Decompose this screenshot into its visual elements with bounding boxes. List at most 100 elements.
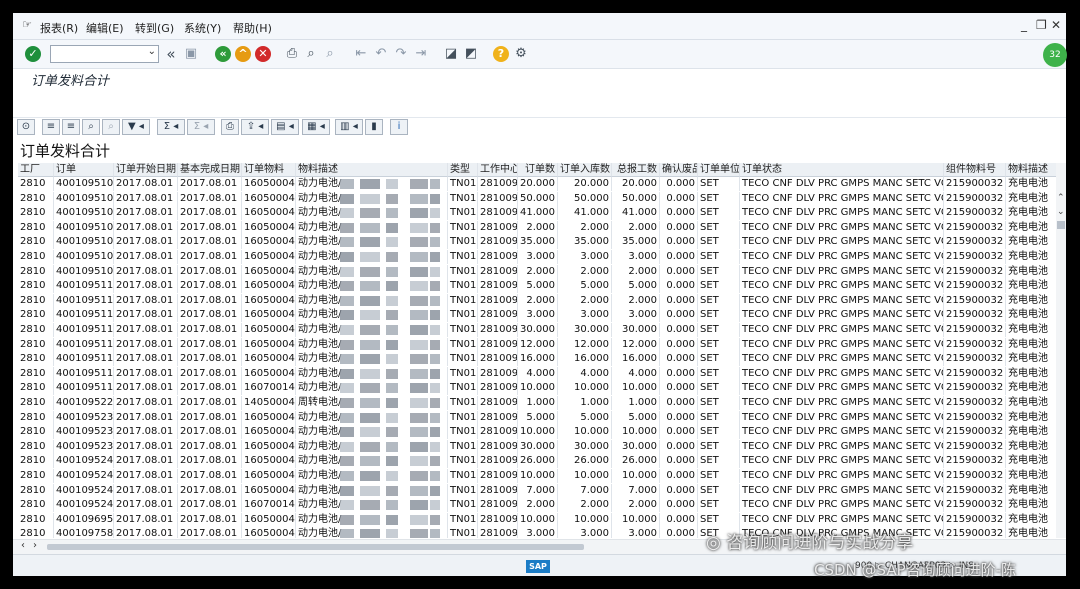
cell-status[interactable]: TECO CNF DLV PRC GMPS MANC SETC VCAL — [740, 483, 944, 498]
cell-component[interactable]: 215900032 — [944, 381, 1006, 396]
cell-order[interactable]: 4001095107 — [54, 235, 114, 250]
cell-order-qty[interactable]: 10.000 — [518, 381, 558, 396]
cell-type[interactable]: TN01 — [448, 235, 478, 250]
cell-start-date[interactable]: 2017.08.01 — [114, 177, 178, 191]
cell-work-center[interactable]: 281009 — [478, 308, 518, 323]
cell-type[interactable]: TN01 — [448, 293, 478, 308]
cell-confirmed-qty[interactable]: 20.000 — [612, 177, 660, 191]
cell-order[interactable]: 4001095113 — [54, 323, 114, 337]
cell-order-qty[interactable]: 3.000 — [518, 308, 558, 323]
scroll-thumb[interactable] — [1057, 221, 1065, 229]
cell-goods-receipt-qty[interactable]: 5.000 — [558, 279, 612, 294]
cell-status[interactable]: TECO CNF DLV PRC GMPS MANC SETC VCAL — [740, 264, 944, 279]
cell-scrap-qty[interactable]: 0.000 — [660, 483, 698, 498]
cell-type[interactable]: TN01 — [448, 469, 478, 483]
cell-status[interactable]: TECO CNF DLV PRC GMPS MANC SETC VCAL — [740, 308, 944, 323]
cell-unit[interactable]: SET — [698, 454, 740, 469]
cancel-icon[interactable]: ✕ — [255, 46, 271, 62]
cell-work-center[interactable]: 281009 — [478, 527, 518, 538]
cell-order-qty[interactable]: 10.000 — [518, 469, 558, 483]
cell-finish-date[interactable]: 2017.08.01 — [178, 206, 242, 221]
cell-confirmed-qty[interactable]: 41.000 — [612, 206, 660, 221]
cell-goods-receipt-qty[interactable]: 2.000 — [558, 264, 612, 279]
table-row[interactable]: 2810 4001095104 2017.08.01 2017.08.01 160500… — [18, 191, 1056, 206]
cell-component[interactable]: 215900032 — [944, 425, 1006, 440]
cell-component-desc[interactable]: 充电电池 — [1006, 381, 1056, 395]
cell-unit[interactable]: SET — [698, 352, 740, 367]
cell-component[interactable]: 215900032 — [944, 527, 1006, 538]
col-header[interactable]: 确认废品 — [660, 163, 698, 177]
cell-goods-receipt-qty[interactable]: 10.000 — [558, 381, 612, 396]
cell-material[interactable]: 160500045 — [242, 352, 296, 367]
cell-component[interactable]: 215900032 — [944, 337, 1006, 352]
col-header[interactable]: 订单状态 — [740, 163, 944, 177]
sort-desc-icon[interactable]: ≡ — [62, 119, 80, 135]
cell-start-date[interactable]: 2017.08.01 — [114, 498, 178, 513]
cell-work-center[interactable]: 281009 — [478, 220, 518, 235]
cell-finish-date[interactable]: 2017.08.01 — [178, 396, 242, 410]
cell-component-desc[interactable]: 充电电池 — [1006, 235, 1056, 249]
export-icon[interactable]: ⇪ ◂ — [241, 119, 269, 135]
cell-scrap-qty[interactable]: 0.000 — [660, 323, 698, 337]
cell-component[interactable]: 215900032 — [944, 293, 1006, 308]
cell-scrap-qty[interactable]: 0.000 — [660, 191, 698, 206]
cell-order[interactable]: 4001095111 — [54, 293, 114, 308]
cell-plant[interactable]: 2810 — [18, 469, 54, 483]
cell-plant[interactable]: 2810 — [18, 337, 54, 352]
cell-scrap-qty[interactable]: 0.000 — [660, 177, 698, 191]
cell-component[interactable]: 215900032 — [944, 206, 1006, 221]
cell-unit[interactable]: SET — [698, 498, 740, 513]
details-icon[interactable]: ⊙ — [17, 119, 35, 135]
cell-goods-receipt-qty[interactable]: 35.000 — [558, 235, 612, 250]
cell-unit[interactable]: SET — [698, 337, 740, 352]
table-row[interactable]: 2810 4001095240 2017.08.01 2017.08.01 160500… — [18, 454, 1056, 469]
cell-order[interactable]: 4001095248 — [54, 498, 114, 513]
cell-plant[interactable]: 2810 — [18, 527, 54, 538]
layout-icon[interactable]: ▤ ◂ — [271, 119, 299, 135]
cell-work-center[interactable]: 281009 — [478, 483, 518, 498]
cell-component-desc[interactable]: 充电电池 — [1006, 484, 1056, 498]
cell-material[interactable]: 160500044 — [242, 206, 296, 221]
table-row[interactable]: 2810 4001095238 2017.08.01 2017.08.01 160500… — [18, 425, 1056, 440]
col-header[interactable]: 类型 — [448, 163, 478, 177]
cell-finish-date[interactable]: 2017.08.01 — [178, 498, 242, 513]
cell-work-center[interactable]: 281009 — [478, 410, 518, 425]
cell-order[interactable]: 4001095112 — [54, 308, 114, 323]
cell-work-center[interactable]: 281009 — [478, 337, 518, 352]
cell-component-desc[interactable]: 充电电池 — [1006, 498, 1056, 512]
table-row[interactable]: 2810 4001095112 2017.08.01 2017.08.01 160500… — [18, 308, 1056, 323]
cell-order[interactable]: 4001095238 — [54, 425, 114, 440]
cell-finish-date[interactable]: 2017.08.01 — [178, 381, 242, 396]
scroll-down-icon[interactable]: ⌄ — [1057, 207, 1065, 217]
cell-finish-date[interactable]: 2017.08.01 — [178, 527, 242, 538]
cell-work-center[interactable]: 281009 — [478, 264, 518, 279]
cell-type[interactable]: TN01 — [448, 264, 478, 279]
cell-plant[interactable]: 2810 — [18, 177, 54, 191]
cell-start-date[interactable]: 2017.08.01 — [114, 483, 178, 498]
col-header[interactable]: 物料描述 — [1006, 163, 1056, 177]
cell-goods-receipt-qty[interactable]: 50.000 — [558, 191, 612, 206]
cell-type[interactable]: TN01 — [448, 206, 478, 221]
cell-component-desc[interactable]: 充电电池 — [1006, 294, 1056, 308]
cell-component[interactable]: 215900032 — [944, 366, 1006, 381]
help-icon[interactable]: ? — [493, 46, 509, 62]
cell-order[interactable]: 4001096954 — [54, 512, 114, 527]
cell-work-center[interactable]: 281009 — [478, 323, 518, 337]
cell-plant[interactable]: 2810 — [18, 498, 54, 513]
prev-page-icon[interactable]: ↶ — [373, 46, 389, 62]
cell-unit[interactable]: SET — [698, 220, 740, 235]
cell-status[interactable]: TECO CNF DLV PRC GMPS MANC SETC VCAL — [740, 352, 944, 367]
cell-work-center[interactable]: 281009 — [478, 279, 518, 294]
find-next-icon[interactable]: ⌕ — [322, 46, 338, 62]
table-row[interactable]: 2810 4001095241 2017.08.01 2017.08.01 160500… — [18, 469, 1056, 483]
cell-plant[interactable]: 2810 — [18, 279, 54, 294]
cell-confirmed-qty[interactable]: 3.000 — [612, 308, 660, 323]
cell-work-center[interactable]: 281009 — [478, 469, 518, 483]
cell-order-qty[interactable]: 1.000 — [518, 396, 558, 410]
cell-confirmed-qty[interactable]: 16.000 — [612, 352, 660, 367]
cell-unit[interactable]: SET — [698, 512, 740, 527]
close-button[interactable]: ✕ — [1051, 18, 1061, 32]
scroll-right-icon[interactable]: › — [33, 540, 37, 551]
find-icon[interactable]: ⌕ — [303, 46, 319, 62]
cell-type[interactable]: TN01 — [448, 396, 478, 410]
